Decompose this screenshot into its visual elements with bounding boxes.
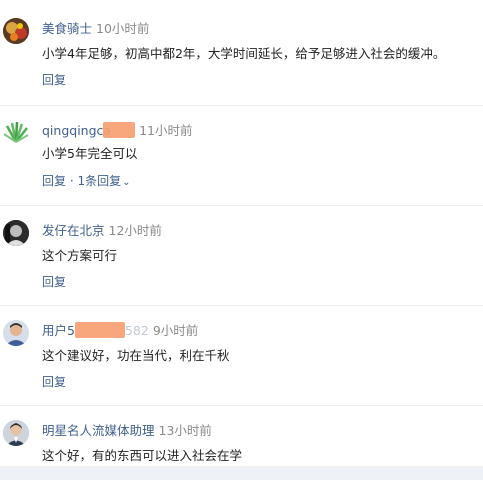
comment-time: 9小时前 xyxy=(152,323,199,338)
comment-username[interactable]: 明星名人流媒体助理 xyxy=(42,423,155,438)
comment-username[interactable]: 用户5 xyxy=(42,323,75,338)
food-avatar-icon xyxy=(3,18,29,44)
comment-text: 小学4年足够，初高中都2年，大学时间延长，给予足够进入社会的缓冲。 xyxy=(42,46,446,61)
comment-item: 美食骑士 10小时前 小学4年足够，初高中都2年，大学时间延长，给予足够进入社会的… xyxy=(0,0,483,106)
reply-actions-label[interactable]: 回复 · 1条回复 xyxy=(42,174,121,188)
plant-avatar-icon xyxy=(3,120,29,146)
reply-button[interactable]: 回复 xyxy=(42,373,66,391)
comment-item: 发仔在北京 12小时前 这个方案可行 回复 xyxy=(0,206,483,306)
avatar[interactable] xyxy=(3,120,29,146)
comment-time: 10小时前 xyxy=(96,21,150,36)
comment-time: 12小时前 xyxy=(108,223,162,238)
comment-time: 11小时前 xyxy=(139,123,193,138)
bottom-divider xyxy=(0,466,483,480)
person-avatar-icon xyxy=(3,320,29,346)
comment-item: 用户5 582 9小时前 这个建议好，功在当代，利在千秋 回复 xyxy=(0,306,483,406)
comment-text: 这个建议好，功在当代，利在千秋 xyxy=(42,348,230,363)
comment-text: 这个好，有的东西可以进入社会在学 xyxy=(42,448,243,463)
comment-username[interactable]: 发仔在北京 xyxy=(42,223,105,238)
comment-text: 这个方案可行 xyxy=(42,248,118,263)
avatar[interactable] xyxy=(3,320,29,346)
comment-time: 13小时前 xyxy=(158,423,212,438)
person-avatar-icon xyxy=(3,420,29,446)
person-avatar-icon xyxy=(3,220,29,246)
comment-item: 明星名人流媒体助理 13小时前 这个好，有的东西可以进入社会在学 xyxy=(0,406,483,466)
avatar[interactable] xyxy=(3,18,29,44)
reply-button[interactable]: 回复 · 1条回复⌄ xyxy=(42,172,130,190)
chevron-down-icon[interactable]: ⌄ xyxy=(122,174,130,192)
avatar[interactable] xyxy=(3,420,29,446)
comment-username-tail[interactable]: 582 xyxy=(125,323,149,338)
redaction-mark xyxy=(74,322,125,338)
comment-item: qingqingca 11小时前 小学5年完全可以 回复 · 1条回复⌄ xyxy=(0,106,483,206)
comment-username[interactable]: 美食骑士 xyxy=(42,21,92,36)
reply-button[interactable]: 回复 xyxy=(42,71,66,89)
avatar[interactable] xyxy=(3,220,29,246)
comment-username[interactable]: qingqingca xyxy=(42,123,111,138)
comment-text: 小学5年完全可以 xyxy=(42,146,138,161)
redaction-mark xyxy=(103,122,136,138)
reply-button[interactable]: 回复 xyxy=(42,273,66,291)
